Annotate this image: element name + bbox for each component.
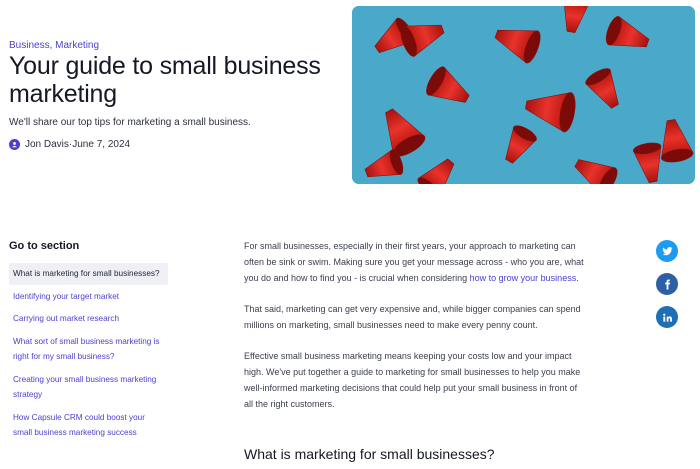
article-body: For small businesses, especially in thei… <box>244 238 584 462</box>
author-name[interactable]: Jon Davis <box>25 139 69 150</box>
hero-image <box>352 6 695 184</box>
category-link-business[interactable]: Business <box>9 40 50 51</box>
byline: Jon Davis · June 7, 2024 <box>9 139 130 150</box>
author-avatar-icon <box>12 142 17 148</box>
paragraph-end: . <box>576 273 579 283</box>
article-paragraph: Effective small business marketing means… <box>244 351 581 409</box>
linkedin-icon <box>662 313 672 322</box>
article-paragraph: For small businesses, especially in thei… <box>244 238 584 286</box>
article-paragraph: That said, marketing can get very expens… <box>244 304 581 330</box>
toc-item-target-market[interactable]: Identifying your target market <box>9 286 168 308</box>
section-heading: What is marketing for small businesses? <box>244 446 495 462</box>
linkedin-share-button[interactable] <box>656 306 678 328</box>
twitter-icon <box>661 246 673 255</box>
category-link-marketing[interactable]: Marketing <box>55 40 99 51</box>
page-subtitle: We'll share our top tips for marketing a… <box>9 117 251 128</box>
megaphones-illustration <box>352 6 695 184</box>
author-avatar <box>9 139 20 150</box>
toc-item-strategy[interactable]: Creating your small business marketing s… <box>9 369 168 406</box>
toc-item-market-research[interactable]: Carrying out market research <box>9 308 168 330</box>
page-title: Your guide to small business marketing <box>9 52 321 108</box>
category-links: Business, Marketing <box>9 40 99 51</box>
facebook-icon <box>664 278 670 290</box>
section-nav: What is marketing for small businesses? … <box>9 263 168 445</box>
facebook-share-button[interactable] <box>656 273 678 295</box>
toc-item-capsule-crm[interactable]: How Capsule CRM could boost your small b… <box>9 407 168 444</box>
toc-item-marketing-type[interactable]: What sort of small business marketing is… <box>9 331 168 368</box>
publish-date: June 7, 2024 <box>72 139 131 150</box>
twitter-share-button[interactable] <box>656 240 678 262</box>
toc-heading: Go to section <box>9 240 80 252</box>
grow-business-link[interactable]: how to grow your business <box>470 273 577 283</box>
toc-item-what-is-marketing[interactable]: What is marketing for small businesses? <box>9 263 168 285</box>
